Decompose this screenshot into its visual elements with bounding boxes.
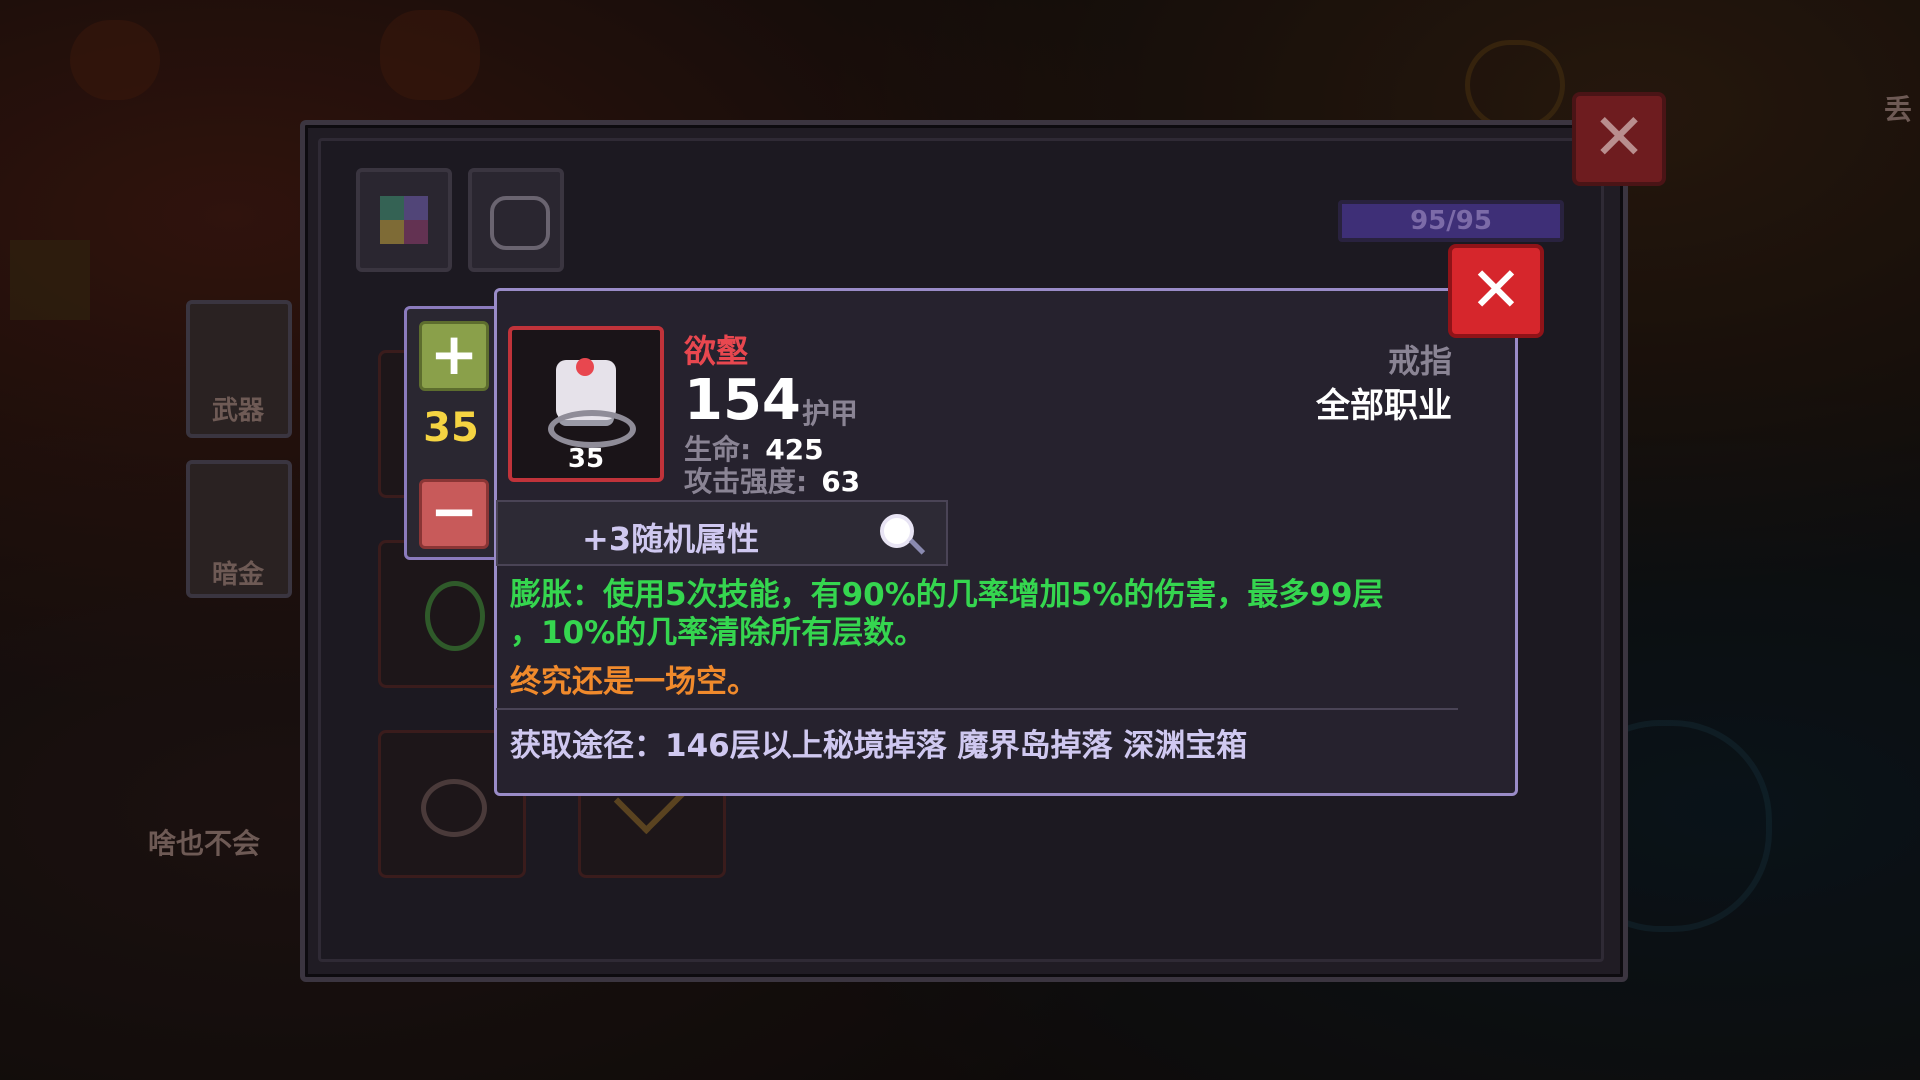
item-icon-frame: 35 — [508, 326, 664, 482]
stat-label: 攻击强度: — [684, 465, 808, 498]
random-attribute-text: +3随机属性 — [582, 520, 760, 558]
quantity-plus-button[interactable]: + — [419, 321, 489, 391]
item-main-label: 护甲 — [802, 397, 859, 430]
stat-value: 63 — [821, 465, 861, 498]
quantity-value: 35 — [423, 405, 479, 451]
tab-bag[interactable] — [468, 168, 564, 272]
ring-gem-icon — [576, 358, 594, 376]
item-flavor-text: 终究还是一场空。 — [510, 664, 758, 700]
item-main-value: 154 — [684, 368, 801, 433]
grid-icon — [380, 196, 428, 244]
bottom-hint-text: 啥也不会 — [148, 827, 261, 860]
tooltip-close-button[interactable]: ✕ — [1448, 244, 1544, 338]
side-tab-dark-gold[interactable]: 暗金 — [186, 460, 292, 598]
ring-band — [548, 410, 636, 448]
magnifier-handle — [908, 538, 926, 555]
capacity-bar: 95/95 — [1338, 200, 1564, 242]
bow-icon — [425, 581, 485, 651]
item-effect-line-2: ，10%的几率清除所有层数。 — [510, 615, 926, 651]
random-attribute-row[interactable]: +3随机属性 — [496, 500, 948, 566]
window-close-button[interactable]: ✕ — [1572, 92, 1666, 186]
bag-icon — [490, 196, 550, 250]
item-type: 戒指 — [1387, 342, 1452, 380]
item-class: 全部职业 — [1316, 386, 1452, 426]
item-level: 35 — [567, 444, 605, 474]
item-name: 欲壑 — [684, 332, 749, 370]
item-source-text: 获取途径：146层以上秘境掉落 魔界岛掉落 深渊宝箱 — [510, 728, 1248, 764]
dark-gold-tab-label: 暗金 — [212, 560, 265, 590]
ring-slot-icon — [421, 779, 487, 837]
item-effect-line-1: 膨胀：使用5次技能，有90%的几率增加5%的伤害，最多99层 — [510, 577, 1384, 613]
quantity-stepper: + 35 − — [404, 306, 498, 560]
stat-row-attack: 攻击强度: 63 — [684, 460, 860, 500]
side-tab-weapon[interactable]: 武器 — [186, 300, 292, 438]
tooltip-divider — [496, 708, 1458, 710]
quantity-minus-button[interactable]: − — [419, 479, 489, 549]
tab-grid-inventory[interactable] — [356, 168, 452, 272]
right-edge-text: 丢 — [1884, 93, 1913, 126]
weapon-tab-label: 武器 — [212, 396, 265, 426]
